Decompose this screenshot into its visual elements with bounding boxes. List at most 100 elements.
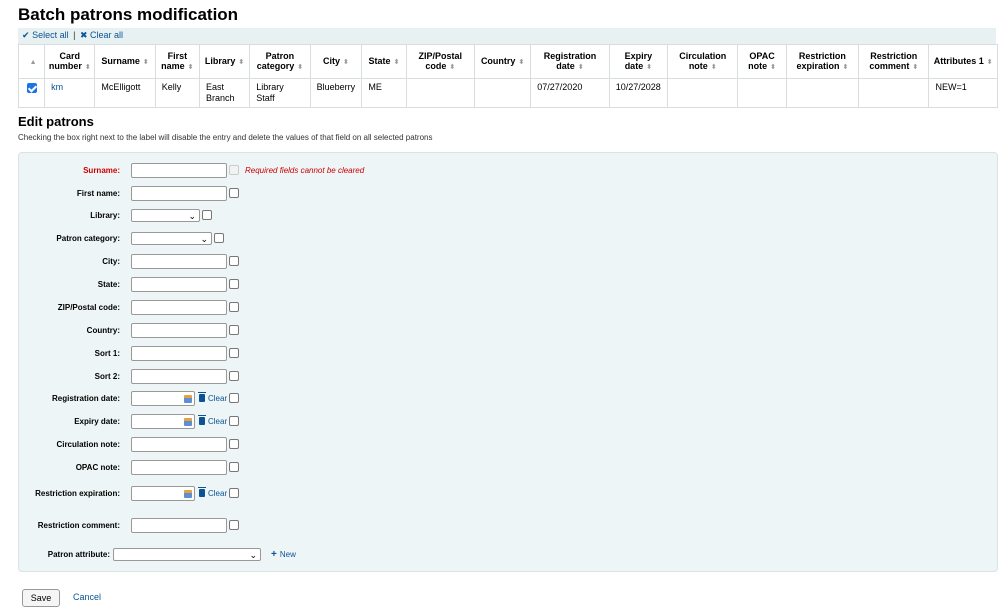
circulation-note-input[interactable] — [131, 436, 227, 452]
opac-note-clear-checkbox[interactable] — [229, 462, 239, 472]
field-row-zip: ZIP/Postal code: — [19, 298, 239, 316]
table-header-row: ▲ Card number ⬍ Surname ⬍ First name ⬍ Libr… — [17, 44, 998, 79]
required-note: Required fields cannot be cleared — [245, 165, 365, 175]
restriction-expiration-clear-link[interactable]: Clear — [208, 489, 227, 498]
column-header-registration-date[interactable]: Registration date ⬍ — [530, 44, 610, 79]
zip-input[interactable] — [131, 299, 227, 315]
cancel-link[interactable]: Cancel — [73, 592, 101, 602]
city-input[interactable] — [131, 253, 227, 269]
restriction-expiration-input[interactable] — [131, 485, 195, 501]
column-header-surname[interactable]: Surname ⬍ — [94, 44, 156, 79]
separator: | — [73, 30, 76, 40]
edit-heading: Edit patrons — [18, 114, 94, 129]
column-header-city[interactable]: City ⬍ — [309, 44, 363, 79]
sort-icon: ⬍ — [518, 58, 525, 66]
cell-surname: McElligott — [94, 78, 156, 108]
trash-icon[interactable] — [198, 487, 206, 497]
expiry-date-clear-link[interactable]: Clear — [208, 417, 227, 426]
registration-date-clear-link[interactable]: Clear — [208, 394, 227, 403]
column-header-country[interactable]: Country ⬍ — [473, 44, 532, 79]
field-row-expiry-date: Expiry date: Clear — [19, 412, 240, 430]
column-header-expiry-date[interactable]: Expiry date ⬍ — [608, 44, 669, 79]
circulation-note-clear-checkbox[interactable] — [229, 439, 239, 449]
calendar-icon[interactable] — [184, 489, 192, 498]
sort-icon: ⬍ — [238, 58, 245, 66]
restriction-comment-clear-checkbox[interactable] — [229, 520, 239, 530]
zip-clear-checkbox[interactable] — [229, 302, 239, 312]
column-header-attributes[interactable]: Attributes 1 ⬍ — [928, 44, 998, 79]
column-header-select[interactable]: ▲ — [17, 44, 46, 79]
registration-date-input[interactable] — [131, 390, 195, 406]
sort-icon: ⬍ — [297, 63, 304, 71]
registration-date-clear-checkbox[interactable] — [229, 393, 240, 403]
save-button[interactable]: Save — [22, 589, 60, 607]
sort2-clear-checkbox[interactable] — [229, 371, 239, 381]
circulation-note-label: Circulation note: — [56, 439, 120, 449]
first-name-clear-checkbox[interactable] — [229, 188, 239, 198]
city-label: City: — [102, 256, 120, 266]
patron-attribute-select[interactable]: ⌄ — [113, 547, 261, 561]
library-label: Library: — [90, 210, 120, 220]
patron-category-select[interactable]: ⌄ — [131, 231, 212, 245]
library-clear-checkbox[interactable] — [202, 210, 212, 220]
trash-icon[interactable] — [198, 392, 206, 402]
column-header-zip[interactable]: ZIP/Postal code ⬍ — [405, 44, 475, 79]
field-row-opac-note: OPAC note: — [19, 458, 239, 476]
restriction-expiration-clear-checkbox[interactable] — [229, 488, 240, 498]
sort1-clear-checkbox[interactable] — [229, 348, 239, 358]
library-select[interactable]: ⌄ — [131, 208, 200, 222]
sort2-input[interactable] — [131, 368, 227, 384]
trash-icon[interactable] — [198, 415, 206, 425]
state-clear-checkbox[interactable] — [229, 279, 239, 289]
column-header-restriction-comment[interactable]: Restriction comment ⬍ — [858, 44, 930, 79]
first-name-input[interactable] — [131, 185, 227, 201]
field-row-first-name: First name: — [19, 184, 239, 202]
surname-input[interactable] — [131, 162, 227, 178]
column-header-library[interactable]: Library ⬍ — [198, 44, 251, 79]
field-row-patron-attribute: Patron attribute: ⌄ + New — [19, 545, 296, 563]
field-row-country: Country: — [19, 321, 239, 339]
sort-icon: ⬍ — [577, 63, 584, 71]
row-select-checkbox[interactable] — [26, 82, 37, 93]
sort2-label: Sort 2: — [94, 371, 120, 381]
restriction-expiration-label: Restriction expiration: — [35, 488, 120, 498]
sort1-input[interactable] — [131, 345, 227, 361]
column-header-first-name[interactable]: First name ⬍ — [154, 44, 200, 79]
sort-icon: ⬍ — [986, 58, 993, 66]
state-input[interactable] — [131, 276, 227, 292]
country-clear-checkbox[interactable] — [229, 325, 239, 335]
column-header-opac-note[interactable]: OPAC note ⬍ — [737, 44, 787, 79]
calendar-icon[interactable] — [184, 417, 192, 426]
field-row-registration-date: Registration date: Clear — [19, 389, 240, 407]
restriction-comment-input[interactable] — [131, 517, 227, 533]
card-number-link[interactable]: km — [51, 82, 63, 92]
calendar-icon[interactable] — [184, 394, 192, 403]
city-clear-checkbox[interactable] — [229, 256, 239, 266]
column-header-circulation-note[interactable]: Circulation note ⬍ — [667, 44, 739, 79]
column-header-restriction-expiration[interactable]: Restriction expiration ⬍ — [785, 44, 860, 79]
new-attribute-link[interactable]: New — [280, 550, 296, 559]
sort-icon: ⬍ — [187, 63, 194, 71]
column-header-state[interactable]: State ⬍ — [361, 44, 407, 79]
expiry-date-input[interactable] — [131, 413, 195, 429]
opac-note-label: OPAC note: — [75, 462, 120, 472]
expiry-date-label: Expiry date: — [74, 416, 120, 426]
column-header-patron-category[interactable]: Patron category ⬍ — [249, 44, 311, 79]
column-header-card-number[interactable]: Card number ⬍ — [44, 44, 96, 79]
patron-category-clear-checkbox[interactable] — [214, 233, 224, 243]
field-row-circulation-note: Circulation note: — [19, 435, 239, 453]
sort-icon: ⬍ — [393, 58, 400, 66]
field-row-surname: Surname: Required fields cannot be clear… — [19, 161, 364, 179]
restriction-comment-label: Restriction comment: — [37, 520, 120, 530]
select-all-link[interactable]: Select all — [32, 30, 69, 40]
sort-icon: ⬍ — [142, 58, 149, 66]
close-icon: ✖ — [79, 30, 88, 40]
surname-clear-checkbox — [229, 165, 239, 175]
country-input[interactable] — [131, 322, 227, 338]
expiry-date-clear-checkbox[interactable] — [229, 416, 240, 426]
plus-icon[interactable]: + — [271, 549, 277, 560]
clear-all-link[interactable]: Clear all — [90, 30, 123, 40]
sort-icon: ⬍ — [84, 63, 91, 71]
opac-note-input[interactable] — [131, 459, 227, 475]
sort-icon: ⬍ — [912, 63, 919, 71]
